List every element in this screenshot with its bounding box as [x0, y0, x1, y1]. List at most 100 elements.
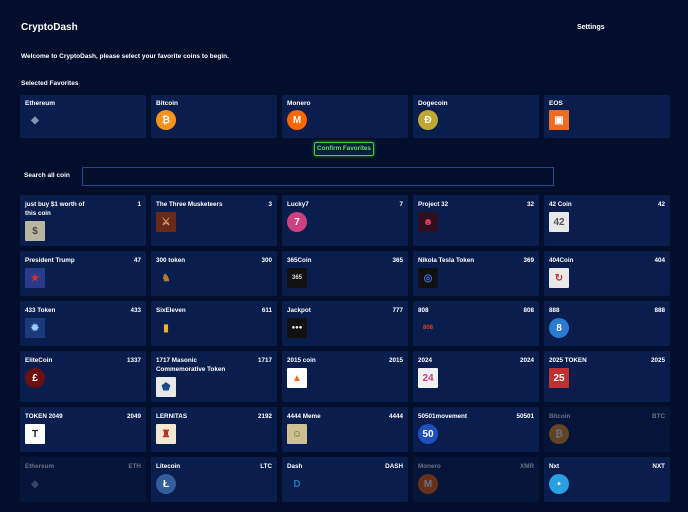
coin-name: 300 token	[156, 257, 186, 264]
coin-tile[interactable]: President Trump 47 ★	[20, 251, 146, 296]
coin-tile[interactable]: Litecoin LTC Ł	[151, 457, 277, 502]
coin-symbol: XMR	[520, 463, 534, 470]
coin-name: The Three Musketeers	[156, 201, 223, 208]
coin-name: 2024	[418, 357, 433, 364]
elitecoin-icon: £	[25, 368, 45, 388]
search-label: Search all coin	[24, 172, 70, 179]
coin-tile[interactable]: Ethereum ETH ◆	[20, 457, 146, 502]
bitcoin-icon: ₿	[549, 424, 569, 444]
eos-icon: ▣	[549, 110, 569, 130]
favorite-tile[interactable]: Ethereum ◆	[20, 95, 146, 138]
coin-symbol: 808	[523, 307, 534, 314]
coin-tile[interactable]: LERNITAS 2192 ♜	[151, 407, 277, 452]
coin-symbol: BTC	[652, 413, 665, 420]
coin-tile[interactable]: Bitcoin BTC ₿	[544, 407, 670, 452]
coin-symbol: 1717	[257, 357, 272, 364]
app-title: CryptoDash	[21, 22, 78, 33]
coin-symbol: 2015	[388, 357, 403, 364]
coin-tile[interactable]: 2025 TOKEN 2025 25	[544, 351, 670, 402]
coin-name: Bitcoin	[549, 413, 571, 420]
coin-name: Jackpot	[287, 307, 311, 314]
coin-symbol: 404	[654, 257, 665, 264]
coin-symbol: 611	[261, 307, 272, 314]
coin-symbol: 433	[130, 307, 141, 314]
lernitas-icon: ♜	[156, 424, 176, 444]
coin-symbol: 300	[261, 257, 272, 264]
litecoin-icon: Ł	[156, 474, 176, 494]
ethereum-icon: ◆	[31, 478, 39, 490]
coin-tile[interactable]: 433 Token 433 ✹	[20, 301, 146, 346]
coin-tile[interactable]: 888 888 8	[544, 301, 670, 346]
coin-tile[interactable]: The Three Musketeers 3 ⚔	[151, 195, 277, 246]
coin-name: Dash	[287, 463, 303, 470]
coin-name: Lucky7	[287, 201, 309, 208]
jackpot-icon: ●●●	[287, 318, 307, 338]
coin-symbol: LTC	[260, 463, 272, 470]
settings-link[interactable]: Settings	[577, 24, 605, 31]
search-input[interactable]	[82, 167, 554, 186]
favorite-name: Monero	[287, 100, 311, 107]
masonic-icon: ⬟	[156, 377, 176, 397]
coin-name: 2025 TOKEN	[549, 357, 587, 364]
favorites-row: Ethereum ◆ Bitcoin ₿ Monero M Dogecoin Ð EOS ▣	[20, 95, 670, 138]
coin-symbol: 888	[654, 307, 665, 314]
coin-tile[interactable]: 50501movement 50501 50	[413, 407, 539, 452]
coin-tile[interactable]: 4444 Meme 4444 ☺	[282, 407, 408, 452]
welcome-message: Welcome to CryptoDash, please select you…	[21, 53, 229, 60]
coin-tile[interactable]: Jackpot 777 ●●●	[282, 301, 408, 346]
2024-icon: 24	[418, 368, 438, 388]
coin-tile[interactable]: 2015 coin 2015 ▲	[282, 351, 408, 402]
favorite-tile[interactable]: Bitcoin ₿	[151, 95, 277, 138]
coin-symbol: 47	[133, 257, 141, 264]
coin-tile[interactable]: just buy $1 worth of this coin 1 $	[20, 195, 146, 246]
coin-symbol: 50501	[516, 413, 534, 420]
coin-name: Nxt	[549, 463, 560, 470]
coin-tile[interactable]: Project 32 32 ☻	[413, 195, 539, 246]
coin-tile[interactable]: 365Coin 365 365	[282, 251, 408, 296]
coin-tile[interactable]: Dash DASH D	[282, 457, 408, 502]
coin-name: just buy $1 worth of this coin	[25, 201, 85, 217]
favorite-tile[interactable]: EOS ▣	[544, 95, 670, 138]
coin-name: 888	[549, 307, 560, 314]
coin-tile[interactable]: Nikola Tesla Token 369 ◎	[413, 251, 539, 296]
confirm-favorites-button[interactable]: Confirm Favorites	[314, 142, 374, 156]
404coin-icon: ↻	[549, 268, 569, 288]
monero-icon: M	[418, 474, 438, 494]
coin-name: President Trump	[25, 257, 75, 264]
coin-symbol: 7	[399, 201, 403, 208]
2025token-icon: 25	[549, 368, 569, 388]
favorite-tile[interactable]: Monero M	[282, 95, 408, 138]
token2049-icon: T	[25, 424, 45, 444]
coin-tile[interactable]: SixEleven 611 ▮	[151, 301, 277, 346]
coin-tile[interactable]: TOKEN 2049 2049 T	[20, 407, 146, 452]
coin-symbol: DASH	[385, 463, 403, 470]
coin-tile[interactable]: Lucky7 7 7	[282, 195, 408, 246]
coin-tile[interactable]: 808 808 808	[413, 301, 539, 346]
coin-symbol: 1337	[126, 357, 141, 364]
favorite-tile[interactable]: Dogecoin Ð	[413, 95, 539, 138]
coin-tile[interactable]: Monero XMR M	[413, 457, 539, 502]
coin-symbol: 777	[392, 307, 403, 314]
coin-name: 808	[418, 307, 429, 314]
coin-tile[interactable]: 300 token 300 ♞	[151, 251, 277, 296]
coin-name: Project 32	[418, 201, 449, 208]
coin-tile[interactable]: Nxt NXT •	[544, 457, 670, 502]
coin-name: 365Coin	[287, 257, 312, 264]
trump-icon: ★	[25, 268, 45, 288]
coin-tile[interactable]: 2024 2024 24	[413, 351, 539, 402]
coin-name: Monero	[418, 463, 441, 470]
coin-tile[interactable]: 42 Coin 42 42	[544, 195, 670, 246]
monero-icon: M	[287, 110, 307, 130]
42coin-icon: 42	[549, 212, 569, 232]
coin-tile[interactable]: 1717 Masonic Commemorative Token 1717 ⬟	[151, 351, 277, 402]
coin-symbol: 369	[523, 257, 534, 264]
888-icon: 8	[549, 318, 569, 338]
musketeers-icon: ⚔	[156, 212, 176, 232]
coin-tile[interactable]: 404Coin 404 ↻	[544, 251, 670, 296]
coin-symbol: ETH	[128, 463, 141, 470]
tesla-icon: ◎	[418, 268, 438, 288]
dogecoin-icon: Ð	[418, 110, 438, 130]
coin-name: SixEleven	[156, 307, 186, 314]
bitcoin-icon: ₿	[156, 110, 176, 130]
coin-tile[interactable]: EliteCoin 1337 £	[20, 351, 146, 402]
